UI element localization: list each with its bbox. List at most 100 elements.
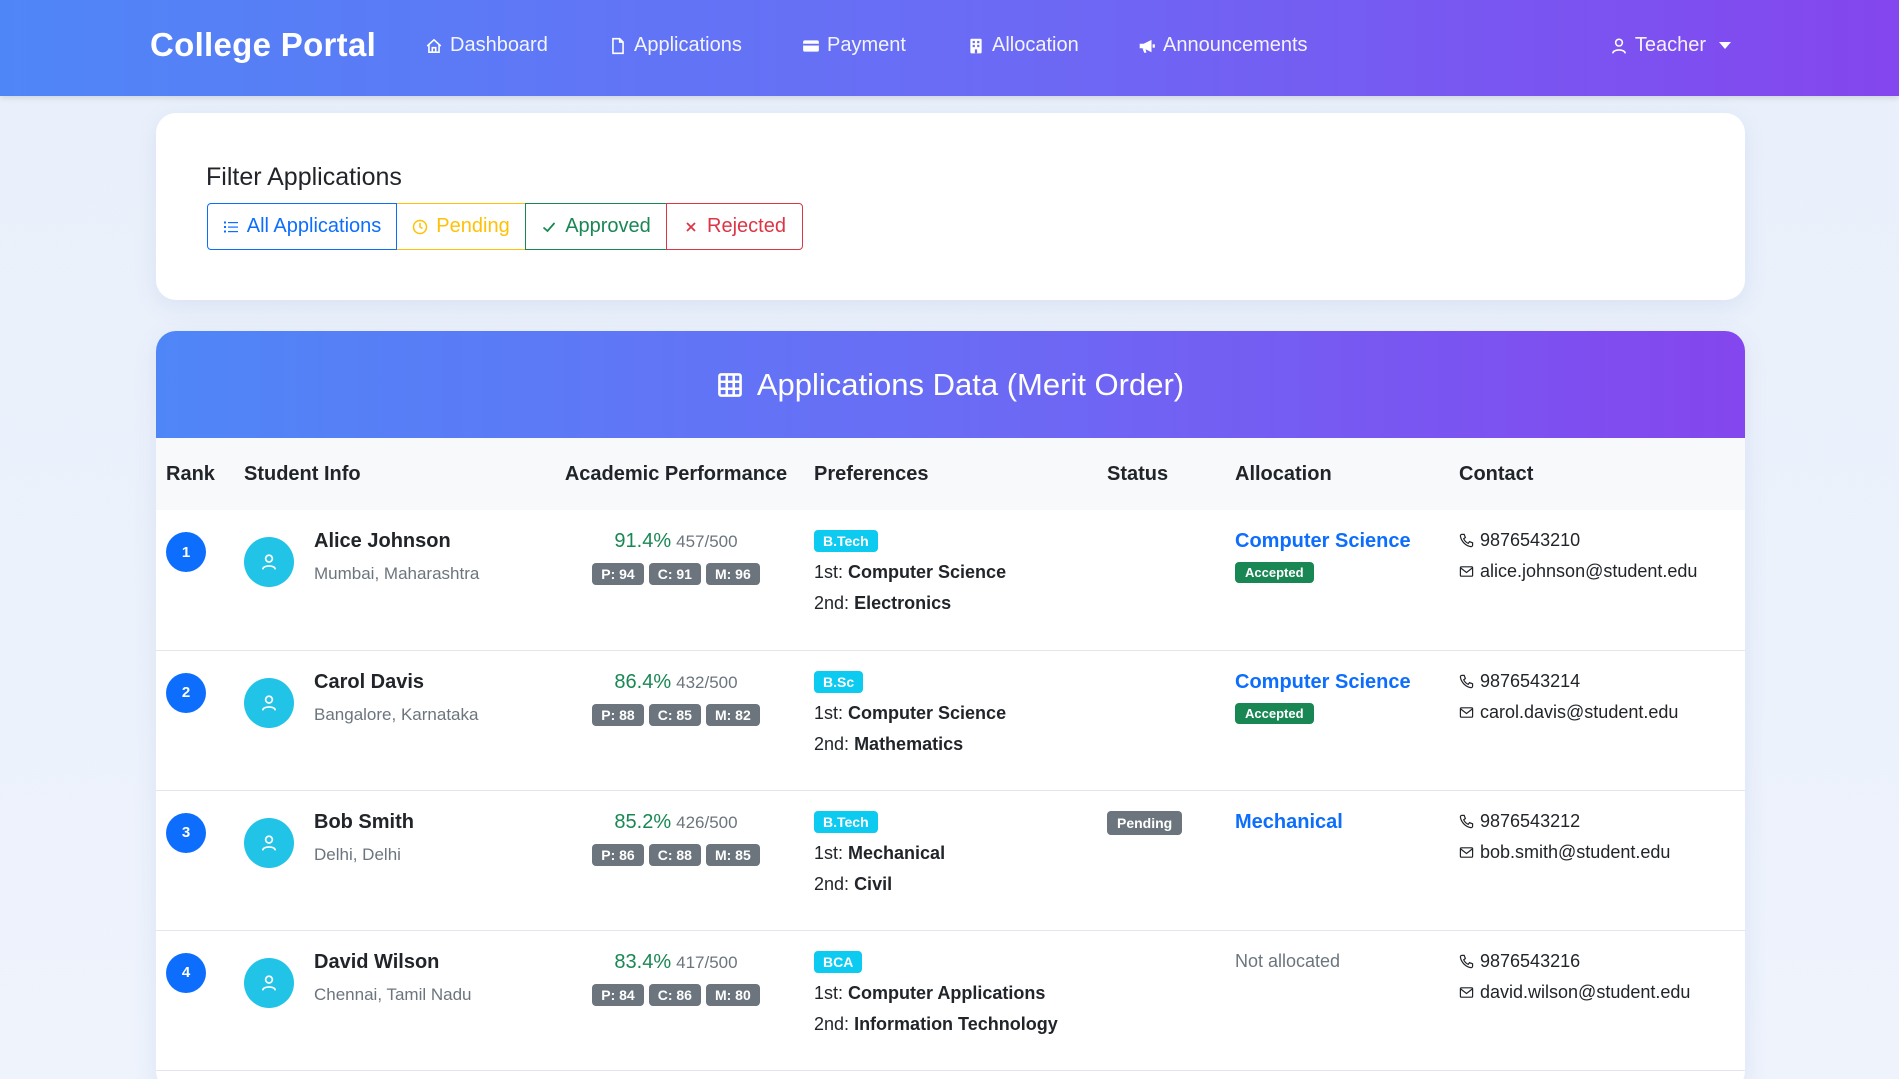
envelope-icon	[1459, 706, 1474, 718]
table-row[interactable]: 3 Bob Smith Delhi, Delhi 85.2% 426/500 P…	[156, 790, 1745, 930]
total-marks: 457/500	[676, 532, 738, 551]
envelope-icon	[1459, 986, 1474, 998]
filter-pending-button[interactable]: Pending	[396, 203, 526, 250]
rank-badge: 3	[166, 812, 206, 853]
first-preference: 1st: Computer Applications	[814, 983, 1107, 1004]
second-preference-label: 2nd:	[814, 873, 850, 894]
file-icon	[612, 37, 624, 54]
table-row[interactable]: 1 Alice Johnson Mumbai, Maharashtra 91.4…	[156, 510, 1745, 650]
second-preference: 2nd: Electronics	[814, 593, 1107, 614]
course-badge: B.Tech	[814, 810, 878, 833]
user-icon	[261, 974, 277, 991]
student-name[interactable]: Carol Davis	[314, 671, 478, 694]
contact-phone: 9876543214	[1459, 671, 1745, 692]
table-row[interactable]: 2 Carol Davis Bangalore, Karnataka 86.4%…	[156, 650, 1745, 790]
student-name[interactable]: Bob Smith	[314, 811, 414, 834]
phone-icon	[1459, 814, 1474, 828]
email-address[interactable]: alice.johnson@student.edu	[1480, 561, 1697, 582]
nav-applications-label: Applications	[634, 34, 742, 56]
column-header-preferences[interactable]: Preferences	[814, 438, 1107, 510]
allocation-value: Mechanical	[1235, 810, 1343, 833]
avatar	[244, 677, 294, 728]
filter-button-group: All Applications Pending Approved Reject…	[207, 203, 803, 250]
nav-applications[interactable]: Applications	[609, 34, 742, 57]
course-badge: B.Tech	[814, 530, 878, 552]
column-header-allocation[interactable]: Allocation	[1235, 438, 1459, 510]
second-preference: 2nd: Mathematics	[814, 734, 1107, 755]
credit-card-icon	[803, 39, 819, 52]
phone-number[interactable]: 9876543214	[1480, 671, 1580, 692]
percentage: 83.4%	[614, 950, 672, 973]
filter-card: Filter Applications All Applications Pen…	[156, 113, 1745, 300]
nav-dashboard[interactable]: Dashboard	[425, 34, 548, 57]
first-preference-value: Mechanical	[848, 842, 946, 863]
first-preference: 1st: Mechanical	[814, 843, 1107, 864]
column-header-status[interactable]: Status	[1107, 438, 1235, 510]
x-icon	[686, 221, 696, 232]
chevron-down-icon	[1719, 42, 1731, 49]
student-location: Chennai, Tamil Nadu	[314, 984, 472, 1004]
contact-email: david.wilson@student.edu	[1459, 982, 1745, 1003]
first-preference: 1st: Computer Science	[814, 562, 1107, 583]
column-header-student-info[interactable]: Student Info	[244, 438, 538, 510]
chemistry-badge: C: 85	[648, 703, 701, 726]
contact-email: carol.davis@student.edu	[1459, 702, 1745, 723]
user-icon	[261, 694, 277, 711]
column-header-contact[interactable]: Contact	[1459, 438, 1745, 510]
applications-card-title: Applications Data (Merit Order)	[756, 366, 1185, 402]
user-menu-dropdown[interactable]: Teacher	[1610, 34, 1731, 57]
student-name[interactable]: Alice Johnson	[314, 530, 479, 553]
phone-number[interactable]: 9876543216	[1480, 951, 1580, 972]
first-preference-value: Computer Applications	[848, 982, 1046, 1003]
physics-badge: P: 84	[592, 983, 644, 1006]
check-icon	[543, 221, 556, 232]
phone-number[interactable]: 9876543210	[1480, 530, 1580, 551]
column-header-rank[interactable]: Rank	[156, 438, 244, 510]
phone-icon	[1459, 954, 1474, 968]
student-location: Delhi, Delhi	[314, 844, 401, 864]
filter-approved-button[interactable]: Approved	[525, 203, 667, 250]
allocation-value: Computer Science	[1235, 530, 1411, 552]
first-preference-label: 1st:	[814, 842, 844, 863]
building-icon	[970, 38, 982, 53]
second-preference: 2nd: Information Technology	[814, 1014, 1107, 1035]
contact-email: bob.smith@student.edu	[1459, 842, 1745, 863]
contact-email: alice.johnson@student.edu	[1459, 561, 1745, 582]
contact-phone: 9876543210	[1459, 530, 1745, 551]
nav-announcements-label: Announcements	[1163, 34, 1308, 56]
top-navbar: College Portal Dashboard Applications Pa…	[0, 0, 1899, 96]
maths-badge: M: 96	[705, 563, 760, 585]
second-preference-value: Electronics	[854, 593, 952, 613]
email-address[interactable]: carol.davis@student.edu	[1480, 702, 1678, 723]
allocation-value: Not allocated	[1235, 950, 1341, 971]
rank-badge: 2	[166, 672, 206, 713]
filter-all-button[interactable]: All Applications	[207, 203, 397, 250]
filter-all-label: All Applications	[246, 215, 382, 237]
second-preference-label: 2nd:	[814, 733, 850, 754]
brand-logo[interactable]: College Portal	[150, 26, 376, 64]
email-address[interactable]: bob.smith@student.edu	[1480, 842, 1670, 863]
nav-announcements[interactable]: Announcements	[1138, 34, 1308, 57]
phone-icon	[1459, 533, 1474, 548]
applications-card-header: Applications Data (Merit Order)	[156, 331, 1745, 438]
filter-rejected-button[interactable]: Rejected	[666, 203, 803, 250]
allocation-value: Computer Science	[1235, 670, 1411, 693]
user-icon	[261, 554, 277, 570]
student-location: Mumbai, Maharashtra	[314, 564, 480, 583]
contact-phone: 9876543212	[1459, 811, 1745, 832]
total-marks: 417/500	[676, 952, 738, 972]
email-address[interactable]: david.wilson@student.edu	[1480, 982, 1690, 1003]
applications-card: Applications Data (Merit Order) Rank Stu…	[156, 331, 1745, 1079]
course-badge: B.Sc	[814, 670, 864, 693]
first-preference-label: 1st:	[814, 702, 844, 723]
table-row[interactable]: 4 David Wilson Chennai, Tamil Nadu 83.4%…	[156, 930, 1745, 1070]
student-name[interactable]: David Wilson	[314, 951, 472, 974]
second-preference-label: 2nd:	[814, 593, 850, 613]
student-location: Bangalore, Karnataka	[314, 704, 479, 724]
column-header-academic-performance[interactable]: Academic Performance	[538, 438, 814, 510]
phone-icon	[1459, 674, 1474, 688]
nav-payment[interactable]: Payment	[802, 34, 906, 57]
phone-number[interactable]: 9876543212	[1480, 811, 1580, 832]
nav-allocation[interactable]: Allocation	[967, 34, 1079, 57]
total-marks: 426/500	[676, 812, 738, 832]
